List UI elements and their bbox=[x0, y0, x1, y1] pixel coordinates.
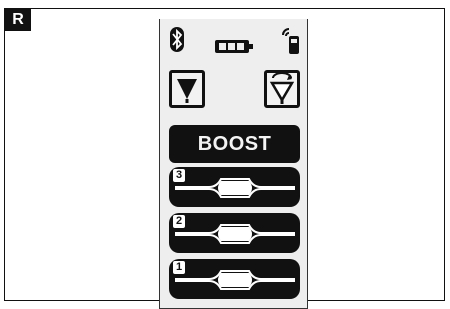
fan-level-icon bbox=[175, 270, 295, 290]
filter-rotate-button[interactable] bbox=[264, 70, 300, 108]
level-1-button[interactable]: 1 bbox=[169, 259, 300, 299]
filter-button[interactable] bbox=[169, 70, 205, 108]
level-2-button[interactable]: 2 bbox=[169, 213, 300, 253]
battery-icon bbox=[215, 40, 253, 53]
level-number: 1 bbox=[173, 261, 185, 274]
fan-level-icon bbox=[175, 178, 295, 198]
boost-button[interactable]: BOOST bbox=[169, 125, 300, 163]
filter-rotate-icon bbox=[269, 72, 295, 104]
level-number: 3 bbox=[173, 169, 185, 182]
figure-frame: R BOOST 3 2 1 bbox=[4, 8, 445, 309]
fan-level-icon bbox=[175, 224, 295, 244]
bluetooth-icon bbox=[170, 27, 184, 52]
status-bar bbox=[160, 19, 307, 63]
remote-display: BOOST 3 2 1 bbox=[159, 19, 308, 309]
figure-tag: R bbox=[5, 9, 31, 31]
level-number: 2 bbox=[173, 215, 185, 228]
filter-icon bbox=[177, 79, 197, 103]
filter-controls bbox=[169, 70, 300, 120]
level-3-button[interactable]: 3 bbox=[169, 167, 300, 207]
remote-signal-icon bbox=[274, 27, 302, 55]
